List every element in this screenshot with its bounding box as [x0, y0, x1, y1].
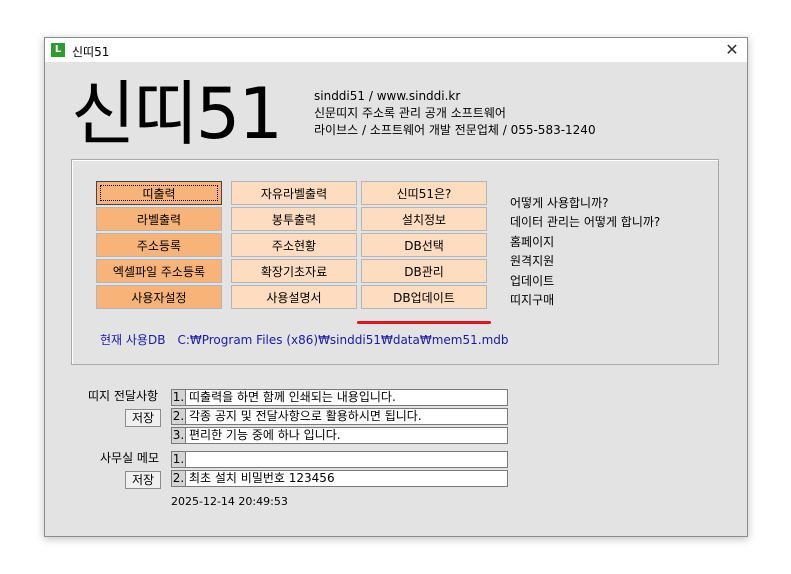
row-number: 3.: [172, 428, 186, 443]
help-link-remote-support[interactable]: 원격지원: [510, 252, 660, 271]
info-description: 신문띠지 주소록 관리 공개 소프트웨어: [314, 106, 506, 120]
row-text: 띠출력을 하면 함께 인쇄되는 내용입니다.: [189, 390, 396, 404]
row-text: 편리한 기능 중에 하나 입니다.: [189, 428, 341, 442]
db-update-button[interactable]: DB업데이트: [361, 285, 487, 309]
row-number: 2.: [172, 409, 186, 424]
about-button[interactable]: 신띠51은?: [361, 181, 487, 205]
app-info: sinddi51 / www.sinddi.kr 신문띠지 주소록 관리 공개 …: [314, 88, 596, 139]
help-link-data-management[interactable]: 데이터 관리는 어떻게 합니까?: [510, 213, 660, 232]
current-db-path: C:₩Program Files (x86)₩sinddi51₩data₩mem…: [177, 333, 509, 347]
print-label-button[interactable]: 라벨출력: [96, 207, 222, 231]
notice-row-2[interactable]: 2. 각종 공지 및 전달사항으로 활용하시면 됩니다.: [171, 408, 508, 425]
info-company: 라이브스 / 소프트웨어 개발 전문업체 / 055-583-1240: [314, 123, 596, 137]
notice-save-button[interactable]: 저장: [125, 409, 161, 427]
timestamp: 2025-12-14 20:49:53: [171, 495, 288, 508]
help-links: 어떻게 사용합니까? 데이터 관리는 어떻게 합니까? 홈페이지 원격지원 업데…: [510, 194, 660, 310]
info-website: sinddi51 / www.sinddi.kr: [314, 89, 461, 103]
close-button[interactable]: ✕: [717, 38, 747, 62]
envelope-print-button[interactable]: 봉투출력: [231, 207, 357, 231]
notice-row-3[interactable]: 3. 편리한 기능 중에 하나 입니다.: [171, 427, 508, 444]
install-info-button[interactable]: 설치정보: [361, 207, 487, 231]
row-number: 1.: [172, 452, 186, 467]
app-icon: L: [51, 43, 65, 57]
memo-row-1[interactable]: 1.: [171, 451, 508, 468]
register-address-button[interactable]: 주소등록: [96, 233, 222, 257]
notice-row-1[interactable]: 1. 띠출력을 하면 함께 인쇄되는 내용입니다.: [171, 389, 508, 406]
free-label-print-button[interactable]: 자유라벨출력: [231, 181, 357, 205]
db-manage-button[interactable]: DB관리: [361, 259, 487, 283]
db-select-button[interactable]: DB선택: [361, 233, 487, 257]
highlight-underline: [357, 321, 491, 324]
help-link-how-to-use[interactable]: 어떻게 사용합니까?: [510, 194, 660, 213]
help-link-purchase-strips[interactable]: 띠지구매: [510, 291, 660, 310]
memo-save-button[interactable]: 저장: [125, 471, 161, 489]
app-window: L 신띠51 ✕ 신띠51 sinddi51 / www.sinddi.kr 신…: [44, 37, 748, 537]
row-number: 2.: [172, 471, 186, 486]
extended-base-data-button[interactable]: 확장기초자료: [231, 259, 357, 283]
logo: 신띠51: [71, 73, 283, 155]
current-db-label: 현재 사용DB: [100, 333, 166, 347]
address-status-button[interactable]: 주소현황: [231, 233, 357, 257]
help-link-update[interactable]: 업데이트: [510, 272, 660, 291]
print-strip-button[interactable]: 띠출력: [96, 181, 222, 205]
user-manual-button[interactable]: 사용설명서: [231, 285, 357, 309]
title-bar: L 신띠51 ✕: [45, 38, 747, 62]
memo-label: 사무실 메모: [100, 451, 160, 465]
row-text: 각종 공지 및 전달사항으로 활용하시면 됩니다.: [189, 409, 422, 423]
notice-label: 띠지 전달사항: [88, 389, 159, 403]
window-title: 신띠51: [72, 45, 110, 59]
memo-row-2[interactable]: 2. 최초 설치 비밀번호 123456: [171, 470, 508, 487]
excel-address-import-button[interactable]: 엑셀파일 주소등록: [96, 259, 222, 283]
row-text: 최초 설치 비밀번호 123456: [189, 471, 335, 485]
row-number: 1.: [172, 390, 186, 405]
user-settings-button[interactable]: 사용자설정: [96, 285, 222, 309]
current-db-info: 현재 사용DB C:₩Program Files (x86)₩sinddi51₩d…: [100, 331, 509, 348]
help-link-homepage[interactable]: 홈페이지: [510, 233, 660, 252]
